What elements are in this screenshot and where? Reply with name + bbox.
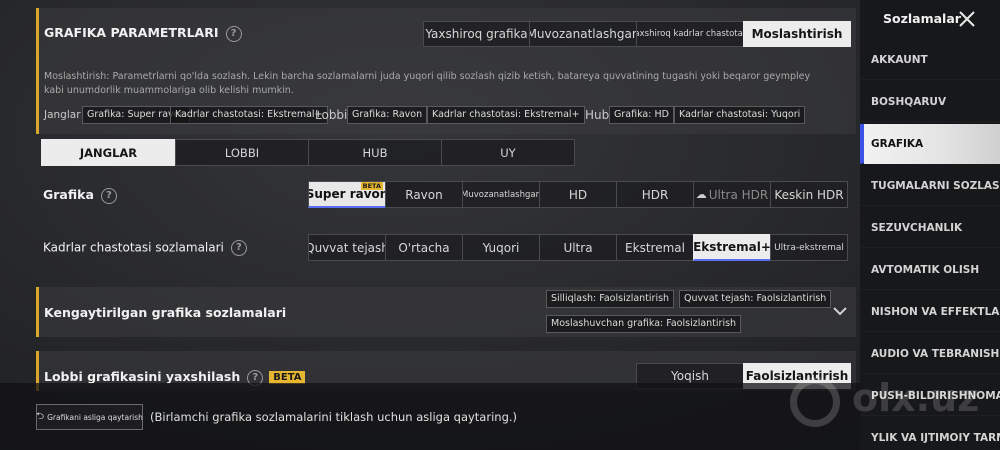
reset-button-label: Grafikani asliga qaytarish xyxy=(47,412,143,422)
framerate-option-high[interactable]: Yuqori xyxy=(462,234,540,261)
sidebar-title: Sozlamalar xyxy=(883,11,961,26)
sidebar-item-social[interactable]: YLIK VA IJTIMOIY TARMO xyxy=(860,418,1000,450)
advanced-tag: Quvvat tejash: Faolsizlantirish xyxy=(679,290,832,308)
settings-main-panel: GRAFIKA PARAMETRLARI? Yaxshiroq grafika … xyxy=(0,0,860,450)
graphics-quality-label: Grafika? xyxy=(43,187,117,204)
preset-custom[interactable]: Moslashtirish xyxy=(743,21,851,47)
lobby-graphics-title-text: Lobbi grafikasini yaxshilash xyxy=(44,369,241,384)
framerate-option-extreme[interactable]: Ekstremal xyxy=(616,234,694,261)
graphics-quality-label-text: Grafika xyxy=(43,187,94,202)
graphics-option-sharp-hdr[interactable]: Keskin HDR xyxy=(770,181,848,208)
graphics-option-balanced[interactable]: Muvozanatlashgan xyxy=(462,181,540,208)
section-title: GRAFIKA PARAMETRLARI? xyxy=(44,25,242,42)
chevron-down-icon[interactable] xyxy=(832,305,848,317)
tab-lobbi[interactable]: LOBBI xyxy=(175,139,309,166)
graphics-option-super-smooth[interactable]: Super ravon BETA xyxy=(308,181,386,208)
sidebar-item-button-layout[interactable]: TUGMALARNI SOZLASH xyxy=(860,166,1000,206)
tab-hub[interactable]: HUB xyxy=(308,139,442,166)
beta-badge: BETA xyxy=(360,182,383,190)
framerate-option-ultra[interactable]: Ultra xyxy=(539,234,617,261)
summary-label-hub: Hub xyxy=(585,108,610,122)
summary-tag: Grafika: Ravon xyxy=(347,106,428,124)
graphics-settings-section: GRAFIKA PARAMETRLARI? Yaxshiroq grafika … xyxy=(36,8,856,134)
graphics-quality-selector: Super ravon BETA Ravon Muvozanatlashgan … xyxy=(308,181,848,208)
sidebar-item-effects[interactable]: NISHON VA EFFEKTLAR xyxy=(860,292,1000,332)
summary-label-lobbi: Lobbi xyxy=(315,108,348,122)
reset-graphics-button[interactable]: ⮌ Grafikani asliga qaytarish xyxy=(36,404,143,430)
graphics-option-ultra-hdr[interactable]: ☁ Ultra HDR xyxy=(693,181,771,208)
sidebar-item-audio[interactable]: AUDIO VA TEBRANISH xyxy=(860,334,1000,374)
advanced-graphics-title: Kengaytirilgan grafika sozlamalari xyxy=(44,305,287,320)
section-title-text: GRAFIKA PARAMETRLARI xyxy=(44,25,219,40)
summary-tag: Kadrlar chastotasi: Ekstremal+ xyxy=(170,106,328,124)
graphics-option-text: Ultra HDR xyxy=(708,187,769,202)
graphics-option-hdr[interactable]: HDR xyxy=(616,181,694,208)
summary-tag: Grafika: HD xyxy=(609,106,674,124)
close-icon[interactable] xyxy=(957,9,977,29)
preset-better-graphics[interactable]: Yaxshiroq grafika xyxy=(423,21,530,47)
help-icon[interactable]: ? xyxy=(230,240,247,256)
sidebar-item-account[interactable]: AKKAUNT xyxy=(860,40,1000,80)
tab-uy[interactable]: UY xyxy=(441,139,575,166)
framerate-option-extreme-plus[interactable]: Ekstremal+ xyxy=(693,234,771,261)
help-icon[interactable]: ? xyxy=(225,25,242,42)
bottom-bar: ⮌ Grafikani asliga qaytarish (Birlamchi g… xyxy=(0,383,860,450)
preset-selector: Yaxshiroq grafika Muvozanatlashgan Yaxsh… xyxy=(423,21,851,47)
advanced-graphics-section[interactable]: Kengaytirilgan grafika sozlamalari Silli… xyxy=(36,287,856,337)
settings-sidebar: Sozlamalar AKKAUNT BOSHQARUV GRAFIKA TUG… xyxy=(860,0,1000,450)
sidebar-item-controls[interactable]: BOSHQARUV xyxy=(860,82,1000,122)
framerate-label: Kadrlar chastotasi sozlamalari? xyxy=(43,240,247,256)
mode-tabs: JANGLAR LOBBI HUB UY xyxy=(41,139,575,166)
tab-janglar[interactable]: JANGLAR xyxy=(41,139,176,166)
reset-hint: (Birlamchi grafika sozlamalarini tiklash… xyxy=(150,410,518,424)
framerate-option-medium[interactable]: O'rtacha xyxy=(385,234,463,261)
framerate-label-text: Kadrlar chastotasi sozlamalari xyxy=(43,240,224,255)
graphics-option-smooth[interactable]: Ravon xyxy=(385,181,463,208)
sidebar-item-notifications[interactable]: PUSH-BILDIRISHNOMALAR xyxy=(860,376,1000,416)
advanced-tag: Moslashuvchan grafika: Faolsizlantirish xyxy=(546,315,742,333)
sidebar-item-graphics[interactable]: GRAFIKA xyxy=(860,124,1000,164)
framerate-selector: Quvvat tejash O'rtacha Yuqori Ultra Ekst… xyxy=(308,234,848,261)
preset-description: Moslashtirish: Parametrlarni qo'lda sozl… xyxy=(44,71,811,96)
graphics-option-hd[interactable]: HD xyxy=(539,181,617,208)
preset-balanced[interactable]: Muvozanatlashgan xyxy=(529,21,637,47)
reset-icon: ⮌ xyxy=(36,410,45,422)
summary-tag: Kadrlar chastotasi: Yuqori xyxy=(674,106,806,124)
framerate-option-ultra-extreme[interactable]: Ultra-ekstremal xyxy=(770,234,848,261)
advanced-tag: Silliqlash: Faolsizlantirish xyxy=(546,290,675,308)
cloud-download-icon: ☁ xyxy=(695,188,707,201)
sidebar-item-auto-pickup[interactable]: AVTOMATIK OLISH xyxy=(860,250,1000,290)
summary-label-janglar: Janglar xyxy=(44,109,81,121)
framerate-option-power-saving[interactable]: Quvvat tejash xyxy=(308,234,386,261)
summary-tag: Kadrlar chastotasi: Ekstremal+ xyxy=(427,106,585,124)
preset-better-framerate[interactable]: Yaxshiroq kadrlar chastotasi xyxy=(636,21,744,47)
help-icon[interactable]: ? xyxy=(100,187,117,204)
sidebar-item-sensitivity[interactable]: SEZUVCHANLIK xyxy=(860,208,1000,248)
